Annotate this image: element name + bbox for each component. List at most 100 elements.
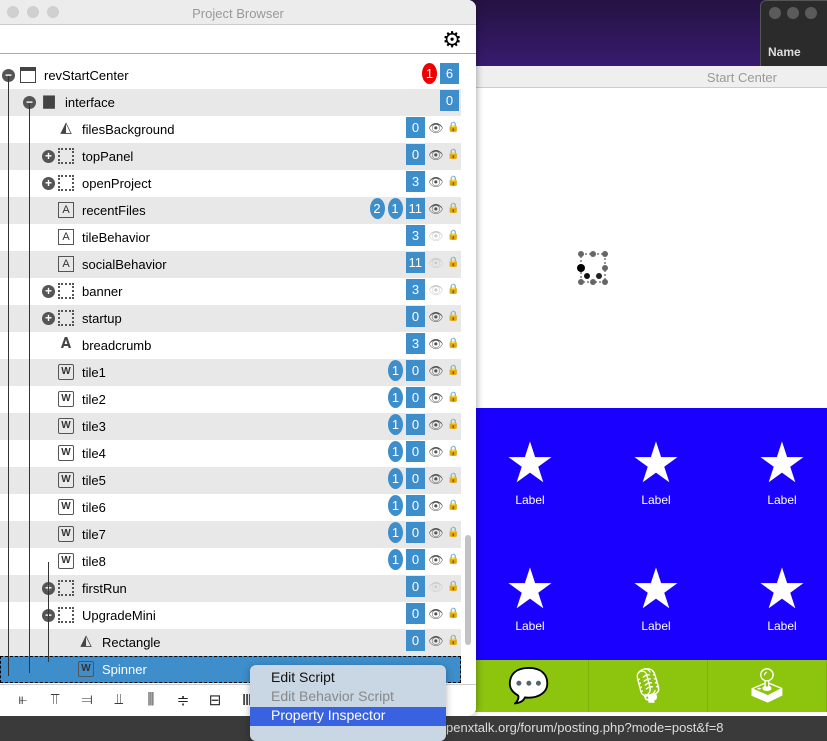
tree-row[interactable]: − ▆ interface 0 (0, 89, 461, 116)
script-line-count[interactable]: 6 (440, 63, 459, 84)
eye-icon[interactable]: 👁 (428, 364, 444, 378)
script-line-count[interactable]: 0 (406, 144, 425, 165)
tree-row[interactable]: Wtile6 1 0 👁 🔒 (0, 494, 461, 521)
tree-row[interactable]: AtileBehavior 3 👁 🔒 (0, 224, 461, 251)
expand-icon[interactable]: + (42, 285, 55, 298)
close-button[interactable] (7, 6, 19, 18)
script-badge[interactable]: 1 (388, 468, 403, 489)
lock-icon[interactable]: 🔒 (447, 473, 459, 484)
lock-icon[interactable]: 🔒 (447, 122, 459, 133)
eye-icon[interactable]: 👁 (428, 553, 444, 567)
eye-icon[interactable]: 👁 (428, 283, 444, 297)
eye-icon[interactable]: 👁 (428, 472, 444, 486)
align-center-h-icon[interactable]: ⫼ (142, 691, 160, 716)
eye-icon[interactable]: 👁 (428, 445, 444, 459)
expand-icon[interactable]: + (42, 177, 55, 190)
script-line-count[interactable]: 3 (406, 171, 425, 192)
tree-row[interactable]: Wtile7 1 0 👁 🔒 (0, 521, 461, 548)
expand-icon[interactable]: + (42, 150, 55, 163)
script-line-count[interactable]: 0 (406, 468, 425, 489)
microphone-icon[interactable]: 🎙 (589, 660, 708, 712)
tree-row[interactable]: ArecentFiles 2 1 11 👁 🔒 (0, 197, 461, 224)
script-line-count[interactable]: 0 (406, 603, 425, 624)
eye-icon[interactable]: 👁 (428, 391, 444, 405)
tile[interactable]: ★ Label (742, 559, 822, 634)
tree-row[interactable]: + openProject 3 👁 🔒 (0, 170, 461, 197)
tree-row[interactable]: + topPanel 0 👁 🔒 (0, 143, 461, 170)
menu-item-edit-behavior-script[interactable]: Edit Behavior Script (250, 688, 446, 707)
menu-item-property-inspector[interactable]: Property Inspector (250, 707, 446, 726)
menu-item-edit-script[interactable]: Edit Script (250, 669, 446, 688)
tree-row[interactable]: Wtile2 1 0 👁 🔒 (0, 386, 461, 413)
chat-icon[interactable]: 💬 (470, 660, 589, 712)
script-line-count[interactable]: 0 (406, 117, 425, 138)
lock-icon[interactable]: 🔒 (447, 257, 459, 268)
tree-row[interactable]: Wtile3 1 0 👁 🔒 (0, 413, 461, 440)
minimize-button[interactable] (27, 6, 39, 18)
lock-icon[interactable]: 🔒 (447, 203, 459, 214)
lock-icon[interactable]: 🔒 (447, 608, 459, 619)
eye-icon[interactable]: 👁 (428, 310, 444, 324)
script-badge[interactable]: 1 (422, 63, 437, 84)
tile[interactable]: ★ Label (742, 433, 822, 508)
script-badge[interactable]: 1 (388, 549, 403, 570)
align-left-icon[interactable]: ⫦ (14, 691, 32, 716)
eye-icon[interactable]: 👁 (428, 148, 444, 162)
script-line-count[interactable]: 11 (405, 252, 425, 273)
eye-icon[interactable]: 👁 (428, 202, 444, 216)
lock-icon[interactable]: 🔒 (447, 419, 459, 430)
tile[interactable]: ★ Label (490, 433, 570, 508)
tile[interactable]: ★ Label (490, 559, 570, 634)
script-badge[interactable]: 1 (387, 198, 403, 219)
script-line-count[interactable]: 0 (406, 630, 425, 651)
script-line-count[interactable]: 11 (405, 198, 425, 219)
lock-icon[interactable]: 🔒 (447, 500, 459, 511)
tree-row[interactable]: +firstRun0👁🔒 (0, 575, 461, 602)
script-line-count[interactable]: 3 (406, 225, 425, 246)
align-bottom-icon[interactable]: ⫫ (110, 691, 128, 716)
lock-icon[interactable]: 🔒 (447, 230, 459, 241)
eye-icon[interactable]: 👁 (428, 634, 444, 648)
eye-icon[interactable]: 👁 (428, 526, 444, 540)
lock-icon[interactable]: 🔒 (447, 365, 459, 376)
lock-icon[interactable]: 🔒 (447, 581, 459, 592)
lock-icon[interactable]: 🔒 (447, 446, 459, 457)
eye-icon[interactable]: 👁 (428, 256, 444, 270)
script-badge[interactable]: 1 (388, 495, 403, 516)
script-line-count[interactable]: 0 (406, 387, 425, 408)
tile[interactable]: ★ Label (616, 559, 696, 634)
tree-row[interactable]: Wtile5 1 0 👁 🔒 (0, 467, 461, 494)
lock-icon[interactable]: 🔒 (447, 635, 459, 646)
align-top-icon[interactable]: ⫪ (46, 691, 64, 716)
zoom-button[interactable] (47, 6, 59, 18)
lock-icon[interactable]: 🔒 (447, 527, 459, 538)
tree-row[interactable]: Wtile4 1 0 👁 🔒 (0, 440, 461, 467)
spinner-widget[interactable] (575, 248, 611, 288)
eye-icon[interactable]: 👁 (428, 580, 444, 594)
script-line-count[interactable]: 3 (406, 333, 425, 354)
tree-row[interactable]: Wtile1 1 0 👁 🔒 (0, 359, 461, 386)
script-line-count[interactable]: 0 (406, 549, 425, 570)
script-line-count[interactable]: 0 (406, 360, 425, 381)
lock-icon[interactable]: 🔒 (447, 338, 459, 349)
gear-icon[interactable]: ⚙ (442, 27, 462, 53)
lock-icon[interactable]: 🔒 (447, 284, 459, 295)
tree-row[interactable]: ◭ Rectangle 0 👁 🔒 (0, 629, 461, 656)
script-line-count[interactable]: 3 (406, 279, 425, 300)
lock-icon[interactable]: 🔒 (447, 176, 459, 187)
tree-row[interactable]: + banner 3 👁 🔒 (0, 278, 461, 305)
tree-row[interactable]: 𝐀breadcrumb 3 👁 🔒 (0, 332, 461, 359)
eye-icon[interactable]: 👁 (428, 607, 444, 621)
lock-icon[interactable]: 🔒 (447, 554, 459, 565)
tree-row[interactable]: + startup 0 👁 🔒 (0, 305, 461, 332)
lock-icon[interactable]: 🔒 (447, 392, 459, 403)
eye-icon[interactable]: 👁 (428, 499, 444, 513)
tree-row[interactable]: −UpgradeMini0👁🔒 (0, 602, 461, 629)
tree-row[interactable]: Wtile8 1 0 👁 🔒 (0, 548, 461, 575)
eye-icon[interactable]: 👁 (428, 121, 444, 135)
joystick-icon[interactable]: 🕹 (708, 660, 827, 712)
script-badge[interactable]: 1 (388, 522, 403, 543)
tree-row[interactable]: AsocialBehavior 11 👁 🔒 (0, 251, 461, 278)
lock-icon[interactable]: 🔒 (447, 311, 459, 322)
lock-icon[interactable]: 🔒 (447, 149, 459, 160)
